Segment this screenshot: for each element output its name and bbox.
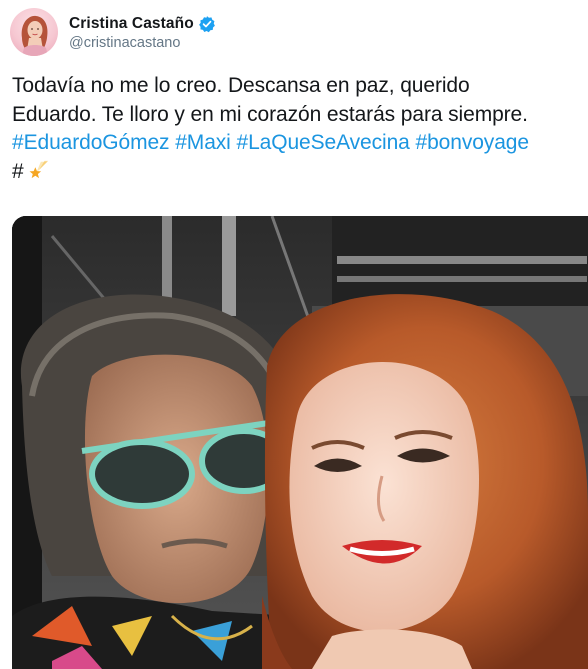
tweet-text-segment: Todavía no me lo creo. Descansa en paz, … bbox=[12, 74, 470, 97]
display-name-row: Cristina Castaño bbox=[69, 14, 216, 34]
tweet-card: Cristina Castaño @cristinacastano Todaví… bbox=[0, 0, 588, 669]
profile-avatar[interactable] bbox=[10, 8, 58, 56]
tweet-header: Cristina Castaño @cristinacastano bbox=[10, 8, 216, 56]
selfie-photo[interactable] bbox=[12, 216, 588, 669]
verified-badge-icon bbox=[198, 15, 216, 33]
tweet-text-segment: Eduardo. Te lloro y en mi corazón estará… bbox=[12, 102, 528, 126]
hashtag-link[interactable]: #Maxi bbox=[175, 131, 231, 154]
tweet-text-segment: # bbox=[12, 159, 24, 183]
hashtag-link[interactable]: #EduardoGómez bbox=[12, 131, 170, 154]
shooting-star-emoji bbox=[28, 159, 50, 181]
tweet-text-line: #EduardoGómez #Maxi #LaQueSeAvecina #bon… bbox=[12, 129, 582, 158]
tweet-text-line: Todavía no me lo creo. Descansa en paz, … bbox=[12, 72, 582, 101]
author-names: Cristina Castaño @cristinacastano bbox=[69, 14, 216, 51]
tweet-text-line: Eduardo. Te lloro y en mi corazón estará… bbox=[12, 101, 582, 130]
author-display-name[interactable]: Cristina Castaño bbox=[69, 15, 194, 33]
hashtag-link[interactable]: #LaQueSeAvecina bbox=[237, 131, 410, 154]
tweet-text-line: # bbox=[12, 158, 582, 187]
tweet-text: Todavía no me lo creo. Descansa en paz, … bbox=[12, 72, 582, 186]
author-handle[interactable]: @cristinacastano bbox=[69, 35, 216, 51]
hashtag-link[interactable]: #bonvoyage bbox=[416, 131, 530, 154]
